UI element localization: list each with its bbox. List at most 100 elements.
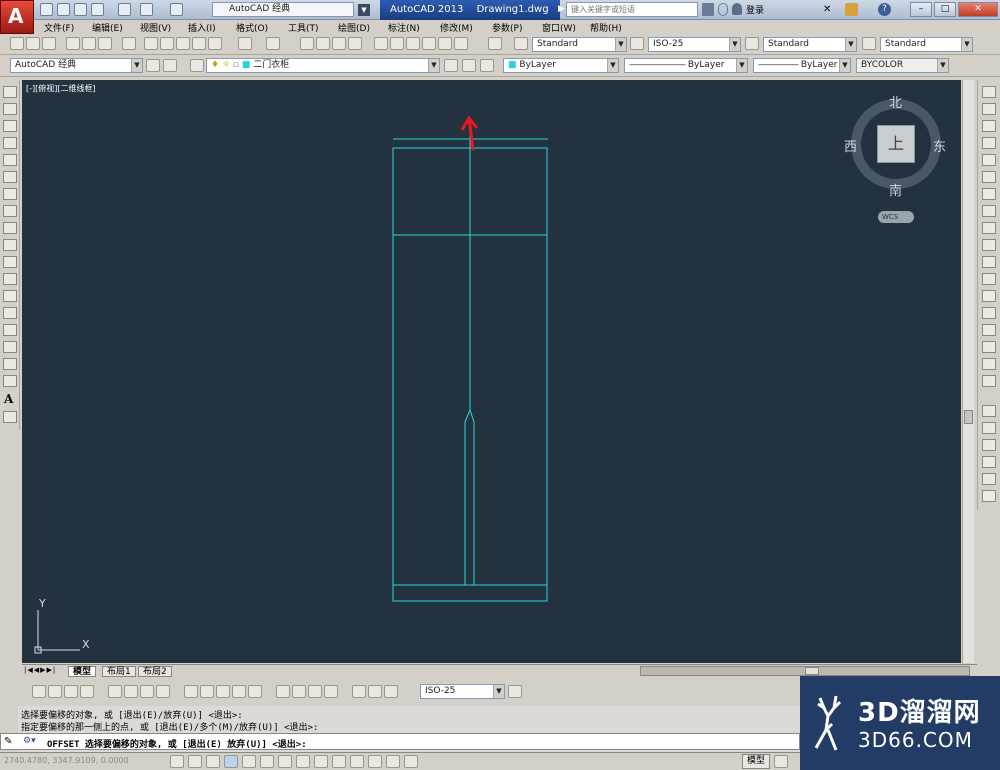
dim-update-icon[interactable]	[384, 685, 398, 698]
lineweight-select[interactable]: ————— ByLayer ▼	[753, 58, 851, 73]
region-icon[interactable]	[3, 358, 17, 370]
dim-style-manager-icon[interactable]	[508, 685, 522, 698]
bring-above-icon[interactable]	[982, 456, 996, 468]
join-icon[interactable]	[982, 307, 996, 319]
menu-insert[interactable]: 插入(I)	[188, 21, 216, 34]
rotate-icon[interactable]	[982, 188, 996, 200]
minimize-button[interactable]: –	[910, 2, 932, 17]
line-icon[interactable]	[3, 86, 17, 98]
color-select[interactable]: ■ ByLayer ▼	[503, 58, 619, 73]
workspace-settings-icon[interactable]	[146, 59, 160, 72]
menu-file[interactable]: 文件(F)	[44, 21, 74, 34]
text-style-icon[interactable]	[514, 37, 528, 50]
fillet-icon[interactable]	[982, 341, 996, 353]
3d-dwf-icon[interactable]	[122, 37, 136, 50]
workspace-select[interactable]: AutoCAD 经典 ▼	[10, 58, 143, 73]
erase-icon[interactable]	[982, 86, 996, 98]
add-selected-icon[interactable]	[3, 411, 17, 423]
ellipse-arc-icon[interactable]	[3, 256, 17, 268]
close-button[interactable]: ✕	[958, 2, 998, 17]
dim-style-select[interactable]: ISO-25 ▼	[648, 37, 741, 52]
save-icon[interactable]	[74, 3, 87, 16]
offset-icon[interactable]	[982, 137, 996, 149]
block-editor-icon[interactable]	[208, 37, 222, 50]
menu-window[interactable]: 窗口(W)	[542, 21, 576, 34]
redo-icon[interactable]	[266, 37, 280, 50]
ellipse-icon[interactable]	[3, 239, 17, 251]
coordinates-readout[interactable]: 2740.4780, 3347.9109, 0.0000	[4, 756, 129, 765]
compass-west[interactable]: 西	[844, 136, 857, 155]
table-icon[interactable]	[3, 375, 17, 387]
cut-icon[interactable]	[144, 37, 158, 50]
sheet-set-icon[interactable]	[422, 37, 436, 50]
gradient-icon[interactable]	[3, 341, 17, 353]
text-to-front-icon[interactable]	[982, 490, 996, 502]
diameter-icon[interactable]	[140, 685, 154, 698]
new-icon[interactable]	[10, 37, 24, 50]
menu-draw[interactable]: 绘图(D)	[338, 21, 370, 34]
user-icon[interactable]	[732, 3, 742, 15]
dim-space-icon[interactable]	[232, 685, 246, 698]
bring-to-front-icon[interactable]	[982, 422, 996, 434]
new-icon[interactable]	[40, 3, 53, 16]
zoom-realtime-icon[interactable]	[316, 37, 330, 50]
save-icon[interactable]	[42, 37, 56, 50]
drawing-canvas[interactable]: [-][俯视][二维线框] Y X 上 北 南 东 西 WCS	[22, 80, 961, 663]
quick-dim-icon[interactable]	[184, 685, 198, 698]
undo-icon[interactable]	[238, 37, 252, 50]
circle-icon[interactable]	[3, 188, 17, 200]
design-center-icon[interactable]	[390, 37, 404, 50]
extend-icon[interactable]	[982, 256, 996, 268]
grid-display-icon[interactable]	[206, 755, 220, 768]
viewcube-top[interactable]: 上	[877, 125, 915, 163]
move-icon[interactable]	[982, 171, 996, 183]
paste-icon[interactable]	[176, 37, 190, 50]
table-style-icon[interactable]	[745, 37, 759, 50]
login-link[interactable]: 登录	[746, 3, 764, 16]
multiline-text-icon[interactable]: A	[4, 392, 13, 406]
model-space-button[interactable]: 模型	[742, 754, 771, 769]
hatch-icon[interactable]	[3, 324, 17, 336]
dim-edit-icon[interactable]	[352, 685, 366, 698]
multileader-style-icon[interactable]	[862, 37, 876, 50]
undo-icon[interactable]	[140, 3, 153, 16]
aligned-dim-icon[interactable]	[48, 685, 62, 698]
scale-icon[interactable]	[982, 205, 996, 217]
chamfer-icon[interactable]	[982, 324, 996, 336]
layer-states-icon[interactable]	[480, 59, 494, 72]
lineweight-icon[interactable]	[350, 755, 364, 768]
menu-edit[interactable]: 编辑(E)	[92, 21, 123, 34]
quick-view-layouts-icon[interactable]	[774, 755, 788, 768]
3d-object-snap-icon[interactable]	[278, 755, 292, 768]
linetype-select[interactable]: ——————— ByLayer ▼	[624, 58, 748, 73]
text-style-select[interactable]: Standard ▼	[532, 37, 627, 52]
point-icon[interactable]	[3, 307, 17, 319]
menu-tools[interactable]: 工具(T)	[288, 21, 319, 34]
help-icon[interactable]: ?	[878, 3, 891, 16]
dim-style-select[interactable]: ISO-25 ▼	[420, 684, 505, 699]
door-handle-profile[interactable]	[464, 409, 475, 585]
infer-constraints-icon[interactable]	[170, 755, 184, 768]
selection-cycling-icon[interactable]	[404, 755, 418, 768]
menu-modify[interactable]: 修改(M)	[440, 21, 473, 34]
open-icon[interactable]	[26, 37, 40, 50]
zoom-previous-icon[interactable]	[348, 37, 362, 50]
layer-previous-icon[interactable]	[462, 59, 476, 72]
quick-properties-icon[interactable]	[386, 755, 400, 768]
compass-north[interactable]: 北	[889, 92, 902, 111]
layer-manager-icon[interactable]	[190, 59, 204, 72]
array-icon[interactable]	[982, 154, 996, 166]
quickcalc-icon[interactable]	[454, 37, 468, 50]
tab-layout1[interactable]: 布局1	[102, 666, 136, 677]
copy-object-icon[interactable]	[982, 103, 996, 115]
ortho-mode-icon[interactable]	[224, 755, 238, 768]
quick-access-menu-icon[interactable]: ▼	[358, 4, 370, 16]
binoculars-icon[interactable]	[718, 3, 728, 16]
polygon-icon[interactable]	[3, 137, 17, 149]
horizontal-scrollbar[interactable]	[640, 666, 970, 676]
break-icon[interactable]	[982, 290, 996, 302]
center-mark-icon[interactable]	[292, 685, 306, 698]
ordinate-icon[interactable]	[80, 685, 94, 698]
match-properties-icon[interactable]	[192, 37, 206, 50]
tab-navigation-icon[interactable]: |◀◀▶▶|	[24, 666, 64, 677]
